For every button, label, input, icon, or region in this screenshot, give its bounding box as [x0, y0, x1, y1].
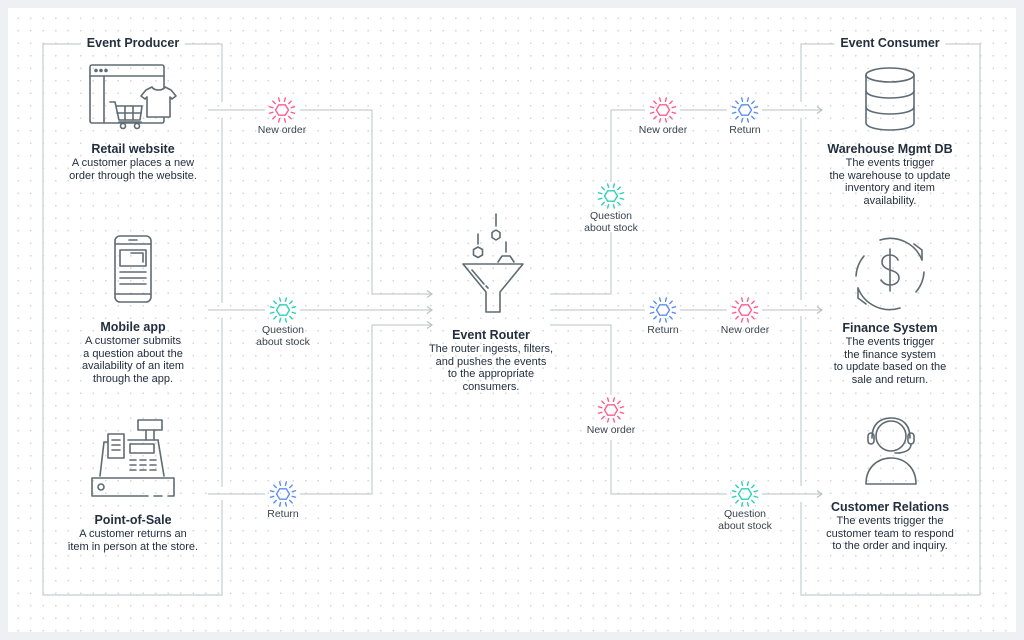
event-label-line: New order	[586, 424, 636, 436]
event-label-line: about stock	[718, 520, 772, 532]
desc-line: the finance system	[844, 348, 936, 361]
desc-line: customer team to respond	[826, 527, 954, 540]
desc-line: item in person at the store.	[67, 540, 199, 553]
consumer-node-customer-relations: Customer Relations The events trigger th…	[800, 500, 980, 553]
desc-line: The events trigger the	[836, 515, 944, 527]
desc-line: to the order and inquiry.	[832, 540, 948, 552]
desc-line: the warehouse to update	[829, 169, 951, 182]
event-label: Question about stock	[556, 210, 666, 234]
desc-line: availability of an item	[81, 360, 185, 372]
consumer-node-finance-system: Finance System The events trigger the fi…	[800, 321, 980, 386]
event-question-about-stock: Question about stock	[556, 182, 666, 234]
desc-line: order through the website.	[69, 169, 197, 182]
event-new-order: New order	[227, 96, 337, 136]
event-label-line: Return	[267, 508, 299, 520]
node-description: The events trigger the warehouse to upda…	[800, 157, 980, 207]
node-name: Warehouse Mgmt DB	[827, 142, 953, 156]
node-description: A customer submits a question about the …	[43, 335, 223, 385]
wire-pos-to-router	[208, 325, 432, 495]
desc-line: sale and return.	[851, 373, 929, 386]
event-return: Return	[228, 480, 338, 520]
desc-line: availability.	[863, 194, 917, 207]
node-description: The router ingests, filters, and pushes …	[401, 343, 581, 393]
database-icon	[865, 67, 915, 131]
event-burst-icon	[731, 297, 759, 323]
producer-group-title: Event Producer	[80, 36, 186, 50]
event-label: New order	[556, 424, 666, 436]
node-name: Point-of-Sale	[94, 513, 172, 527]
desc-line: A customer submits	[85, 335, 181, 347]
event-new-order: New order	[556, 396, 666, 436]
retail-website-icon	[89, 64, 177, 130]
desc-line: a question about the	[83, 347, 183, 360]
event-new-order: New order	[690, 296, 800, 336]
event-question-about-stock: Question about stock	[228, 296, 338, 348]
desc-line: A customer returns an	[79, 528, 187, 540]
desc-line: A customer places a new	[71, 157, 195, 169]
desc-line: consumers.	[462, 380, 520, 393]
event-label: New order	[690, 324, 800, 336]
event-label: Question about stock	[690, 508, 800, 532]
desc-line: through the app.	[92, 372, 174, 385]
event-label-line: about stock	[584, 222, 638, 234]
event-label-line: about stock	[256, 336, 310, 348]
finance-dollar-cycle-icon	[855, 237, 925, 311]
event-label-line: New order	[720, 324, 770, 336]
cash-register-icon	[91, 419, 175, 497]
desc-line: The events trigger	[845, 157, 935, 169]
event-burst-icon	[649, 297, 677, 323]
node-name: Finance System	[842, 321, 938, 335]
desc-line: to update based on the	[833, 361, 947, 373]
event-label: Return	[228, 508, 338, 520]
node-description: A customer places a new order through th…	[43, 157, 223, 182]
node-description: The events trigger the finance system to…	[800, 336, 980, 386]
event-label-line: Return	[729, 124, 761, 136]
mobile-app-icon	[114, 235, 152, 303]
event-burst-icon	[268, 97, 296, 123]
event-label-line: Question	[261, 324, 305, 336]
event-burst-icon	[269, 481, 297, 507]
node-name: Mobile app	[100, 320, 166, 334]
event-burst-icon	[597, 183, 625, 209]
headset-agent-icon	[865, 417, 917, 485]
consumer-group-title: Event Consumer	[834, 36, 946, 50]
desc-line: The events trigger	[845, 336, 935, 348]
event-burst-icon	[269, 297, 297, 323]
consumer-node-warehouse-mgmt-db: Warehouse Mgmt DB The events trigger the…	[800, 142, 980, 207]
wire-retail-to-router	[208, 109, 432, 294]
node-name: Event Router	[452, 328, 530, 342]
node-description: The events trigger the customer team to …	[800, 515, 980, 553]
desc-line: inventory and item	[845, 182, 935, 194]
producer-node-retail-website: Retail website A customer places a new o…	[43, 142, 223, 182]
event-return: Return	[690, 96, 800, 136]
node-description: A customer returns an item in person at …	[43, 528, 223, 553]
router-node: Event Router The router ingests, filters…	[401, 328, 581, 393]
desc-line: to the appropriate	[447, 368, 535, 380]
event-burst-icon	[597, 397, 625, 423]
event-label: New order	[227, 124, 337, 136]
producer-node-mobile-app: Mobile app A customer submits a question…	[43, 320, 223, 385]
event-label-line: Question	[723, 508, 767, 520]
event-burst-icon	[731, 481, 759, 507]
desc-line: and pushes the events	[435, 355, 547, 368]
event-question-about-stock: Question about stock	[690, 480, 800, 532]
event-label-line: Question	[589, 210, 633, 222]
desc-line: The router ingests, filters,	[428, 343, 554, 355]
event-burst-icon	[731, 97, 759, 123]
event-label-line: New order	[257, 124, 307, 136]
event-label: Question about stock	[228, 324, 338, 348]
producer-node-point-of-sale: Point-of-Sale A customer returns an item…	[43, 513, 223, 553]
node-name: Retail website	[91, 142, 175, 156]
event-label: Return	[690, 124, 800, 136]
event-burst-icon	[649, 97, 677, 123]
funnel-filter-icon	[462, 213, 524, 313]
node-name: Customer Relations	[830, 500, 950, 514]
